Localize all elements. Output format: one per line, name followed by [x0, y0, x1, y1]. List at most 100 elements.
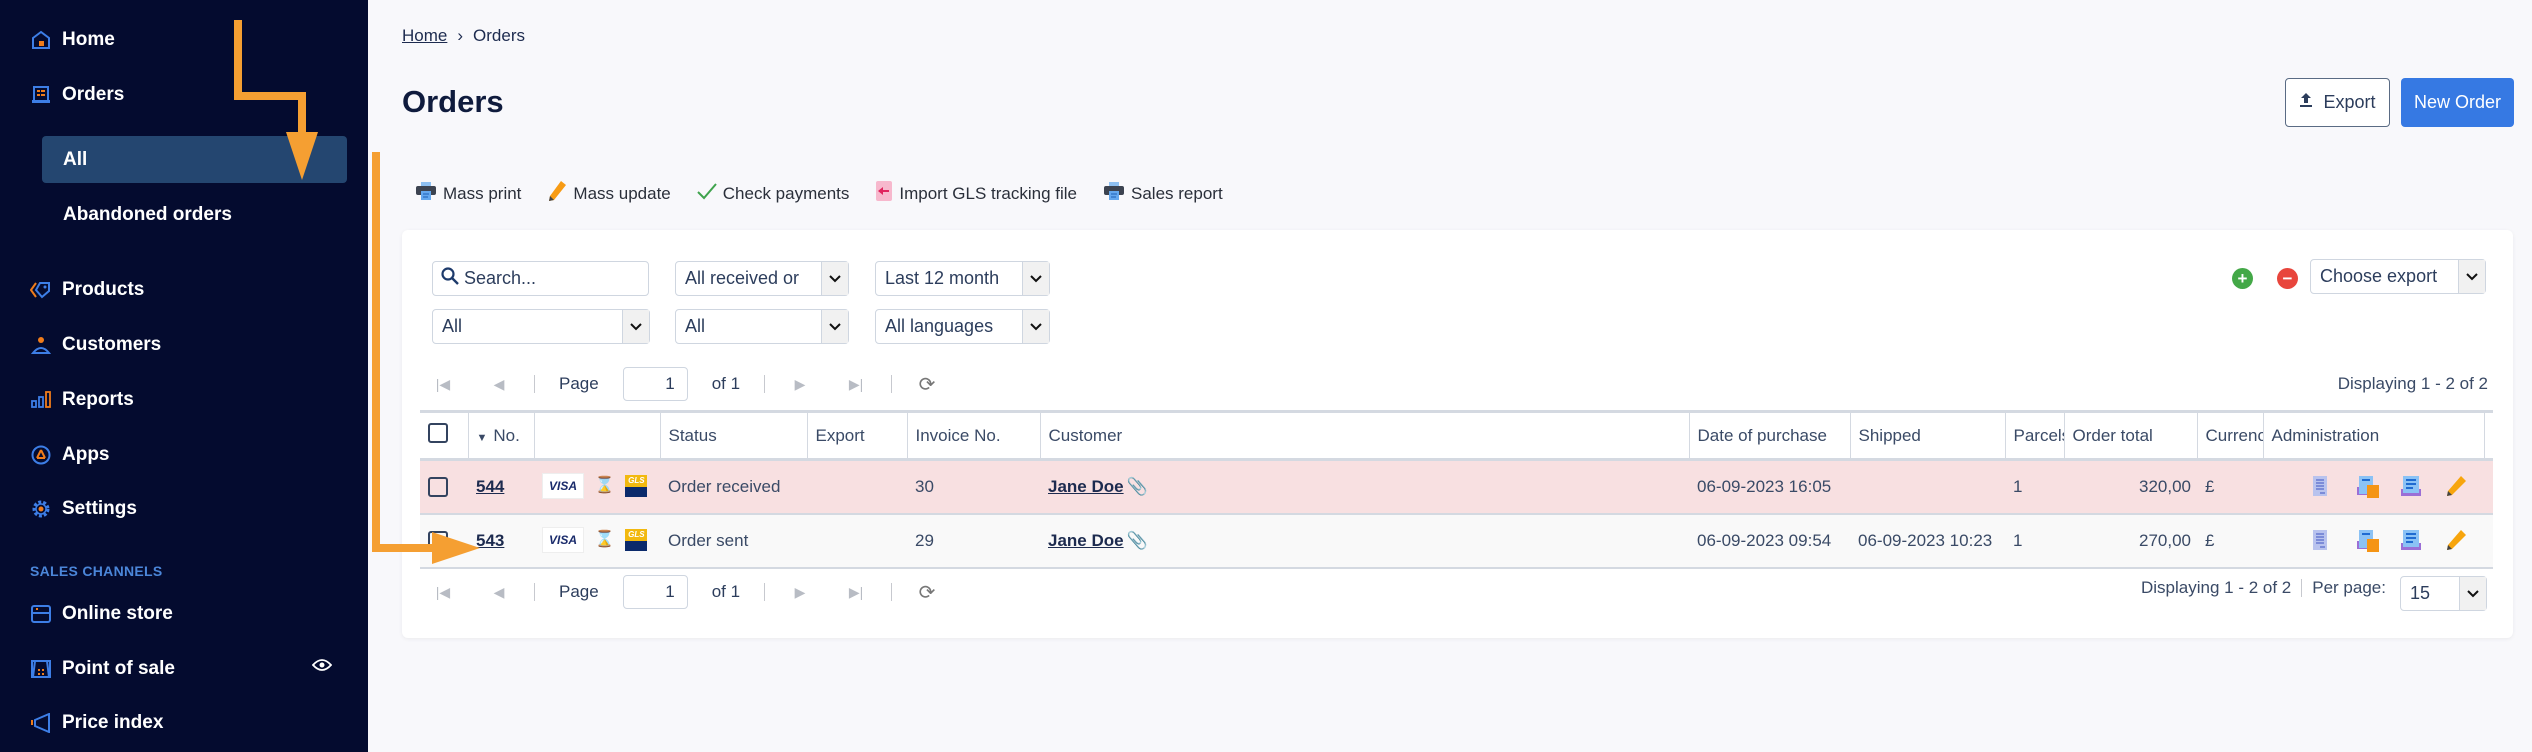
eye-icon[interactable]: [311, 658, 333, 672]
sidebar-item-customers[interactable]: Customers: [30, 325, 161, 365]
new-order-button[interactable]: New Order: [2401, 78, 2514, 127]
select-all-header[interactable]: [420, 410, 468, 461]
import-gls-tracking-button[interactable]: Import GLS tracking file: [875, 180, 1077, 207]
sidebar-item-apps[interactable]: Apps: [30, 435, 110, 475]
first-page-icon[interactable]: |◀: [432, 584, 454, 601]
chevron-down-icon[interactable]: [821, 310, 848, 343]
paperclip-icon[interactable]: 📎: [1127, 477, 1148, 496]
divider: [534, 375, 535, 393]
bottom-pager-info: Displaying 1 - 2 of 2 Per page:: [2141, 578, 2386, 598]
receipt-icon[interactable]: [2400, 529, 2422, 551]
sales-report-button[interactable]: Sales report: [1103, 180, 1223, 207]
first-page-icon[interactable]: |◀: [432, 376, 454, 393]
page-number-input[interactable]: [622, 575, 688, 609]
prev-page-icon[interactable]: ◀: [488, 376, 510, 393]
visa-icon: VISA: [542, 473, 584, 499]
refresh-icon[interactable]: ⟳: [916, 580, 938, 605]
store-icon: [30, 603, 52, 625]
chevron-down-icon[interactable]: [1022, 310, 1049, 343]
table-row[interactable]: 543 VISA ⌛ GLS Order sent 29 Jane Doe 📎 0…: [420, 513, 2493, 569]
divider: [534, 583, 535, 601]
search-input[interactable]: [464, 268, 634, 289]
sidebar-subitem-abandoned-orders[interactable]: Abandoned orders: [42, 191, 347, 238]
customer-link[interactable]: Jane Doe: [1048, 531, 1124, 550]
refresh-icon[interactable]: ⟳: [916, 372, 938, 397]
chevron-down-icon[interactable]: [821, 262, 848, 295]
import-icon: [875, 180, 893, 207]
order-number-link[interactable]: 544: [476, 477, 504, 496]
sidebar-item-online-store[interactable]: Online store: [30, 594, 173, 634]
edit-icon[interactable]: [2445, 529, 2467, 551]
sidebar-item-price-index[interactable]: Price index: [30, 703, 163, 743]
sidebar: Home Orders All Abandoned orders Product…: [0, 0, 368, 752]
page-number-input[interactable]: [622, 367, 688, 401]
mass-print-button[interactable]: Mass print: [415, 180, 521, 207]
next-page-icon[interactable]: ▶: [789, 376, 811, 393]
column-header-export[interactable]: Export: [806, 410, 907, 461]
customer-link[interactable]: Jane Doe: [1048, 477, 1124, 496]
packing-slip-icon[interactable]: [2356, 529, 2379, 552]
period-filter-select[interactable]: Last 12 month: [875, 261, 1050, 296]
per-page-value: 15: [2410, 583, 2431, 603]
toolbar-label: Check payments: [722, 183, 850, 203]
paperclip-icon[interactable]: 📎: [1127, 531, 1148, 550]
column-header-no[interactable]: ▼ No.: [467, 410, 534, 461]
mass-update-button[interactable]: Mass update: [547, 180, 671, 207]
sidebar-item-orders[interactable]: Orders: [30, 75, 124, 115]
status-cell: Order received: [660, 459, 807, 515]
packing-slip-icon[interactable]: [2356, 475, 2379, 498]
breadcrumb-home-link[interactable]: Home: [402, 26, 447, 46]
chevron-down-icon[interactable]: [622, 310, 649, 343]
sidebar-item-label: Online store: [62, 603, 173, 624]
last-page-icon[interactable]: ▶|: [845, 584, 867, 601]
add-icon[interactable]: +: [2232, 268, 2253, 289]
user-icon: [30, 334, 52, 356]
per-page-select[interactable]: 15: [2400, 576, 2487, 611]
sidebar-item-point-of-sale[interactable]: Point of sale: [30, 649, 175, 689]
divider: [764, 583, 766, 601]
column-header-customer[interactable]: Customer: [1039, 410, 1689, 461]
chevron-down-icon[interactable]: [2459, 577, 2486, 610]
filter-1-select[interactable]: All: [432, 309, 650, 344]
column-header-parcels[interactable]: Parcels: [2004, 410, 2064, 461]
invoice-icon[interactable]: [2311, 475, 2333, 497]
column-header-shipped[interactable]: Shipped: [1849, 410, 2005, 461]
sales-channels-heading: SALES CHANNELS: [30, 563, 163, 579]
sidebar-item-reports[interactable]: Reports: [30, 380, 134, 420]
divider: [2301, 579, 2303, 597]
last-page-icon[interactable]: ▶|: [845, 376, 867, 393]
language-filter-select[interactable]: All languages: [875, 309, 1050, 344]
check-payments-button[interactable]: Check payments: [697, 180, 850, 207]
per-page-label: Per page:: [2312, 578, 2386, 597]
export-button[interactable]: Export: [2285, 78, 2390, 127]
next-page-icon[interactable]: ▶: [789, 584, 811, 601]
edit-icon[interactable]: [2445, 475, 2467, 497]
filter-2-select[interactable]: All: [675, 309, 849, 344]
table-row[interactable]: 544 VISA ⌛ GLS Order received 30 Jane Do…: [420, 459, 2493, 515]
column-header-administration: Administration: [2262, 410, 2484, 461]
column-header-total[interactable]: Order total: [2063, 410, 2197, 461]
chevron-down-icon[interactable]: [2458, 260, 2485, 293]
order-number-link[interactable]: 543: [476, 531, 504, 550]
column-header-currency[interactable]: Currency: [2196, 410, 2263, 461]
sidebar-item-products[interactable]: Products: [30, 270, 144, 310]
hourglass-icon: ⌛: [594, 530, 615, 548]
sidebar-item-settings[interactable]: Settings: [30, 489, 137, 529]
invoice-icon[interactable]: [2311, 529, 2333, 551]
search-field[interactable]: [432, 261, 649, 296]
currency-cell: £: [2197, 459, 2263, 515]
column-header-date[interactable]: Date of purchase: [1688, 410, 1850, 461]
select-all-checkbox[interactable]: [428, 423, 448, 443]
column-header-invoice[interactable]: Invoice No.: [906, 410, 1040, 461]
receipt-icon[interactable]: [2400, 475, 2422, 497]
choose-export-select[interactable]: Choose export: [2310, 259, 2486, 294]
chevron-down-icon[interactable]: [1022, 262, 1049, 295]
action-toolbar: Mass print Mass update Check payments Im…: [415, 180, 1223, 207]
divider: [764, 375, 766, 393]
column-header-status[interactable]: Status: [659, 410, 807, 461]
prev-page-icon[interactable]: ◀: [488, 584, 510, 601]
remove-icon[interactable]: −: [2277, 268, 2298, 289]
row-checkbox[interactable]: [428, 477, 448, 497]
sidebar-item-home[interactable]: Home: [30, 20, 115, 60]
status-filter-select[interactable]: All received or: [675, 261, 849, 296]
